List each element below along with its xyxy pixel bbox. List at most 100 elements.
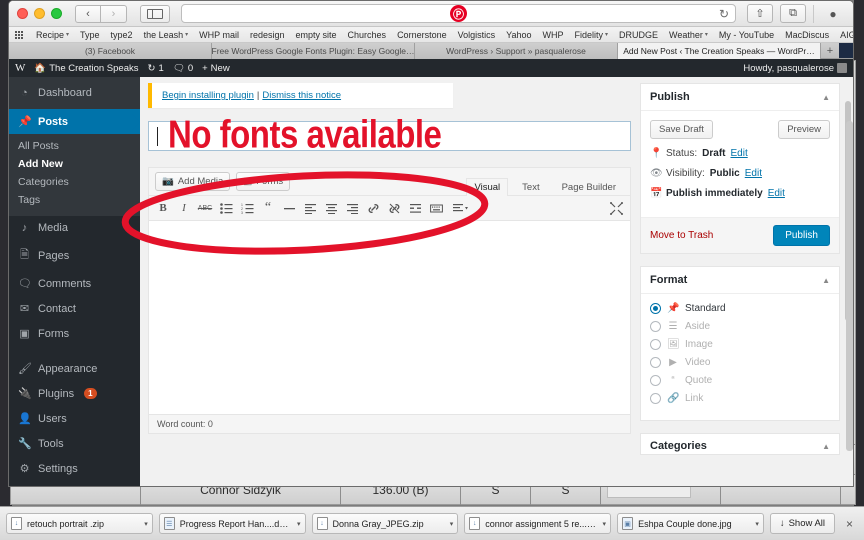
show-all-downloads-button[interactable]: ↓ Show All [769, 513, 836, 534]
tab-overview-icon[interactable]: ⧉ [780, 4, 806, 23]
sidebar-collapse-menu[interactable]: ◀ Collapse menu [9, 481, 140, 486]
add-media-button[interactable]: 📷 Add Media [155, 172, 231, 191]
sidebar-item-users[interactable]: 👤 Users [9, 406, 140, 431]
bookmark-macdiscus[interactable]: MacDiscus [785, 30, 829, 40]
site-name-menu[interactable]: 🏠 The Creation Speaks [34, 63, 138, 74]
publish-button[interactable]: Publish [773, 225, 830, 246]
bookmark-redesign[interactable]: redesign [250, 30, 285, 40]
format-option-quote[interactable]: “ Quote [650, 375, 830, 386]
blockquote-icon[interactable]: “ [258, 199, 278, 218]
download-item[interactable]: ▣ Eshpa Couple done.jpg ▾ [617, 513, 764, 534]
sidebar-item-dashboard[interactable]: ◔ Dashboard [9, 81, 140, 105]
sidebar-subitem-all-posts[interactable]: All Posts [9, 137, 140, 155]
sidebar-item-posts[interactable]: 📌 Posts [9, 109, 140, 134]
updates-indicator[interactable]: ↻ 1 [147, 63, 163, 74]
chevron-down-icon[interactable]: ▾ [603, 520, 607, 528]
close-window-button[interactable] [17, 8, 28, 19]
toolbar-toggle-icon[interactable] [447, 199, 473, 218]
format-option-video[interactable]: ▶ Video [650, 357, 830, 368]
chevron-down-icon[interactable]: ▾ [297, 520, 301, 528]
begin-installing-plugin-link[interactable]: Begin installing plugin [162, 90, 254, 101]
chevron-down-icon[interactable]: ▾ [755, 520, 759, 528]
bookmark-recipe[interactable]: Recipe ▾ [36, 30, 69, 40]
bookmark-empty-site[interactable]: empty site [296, 30, 337, 40]
publish-metabox-header[interactable]: Publish ▲ [641, 84, 839, 111]
close-downloads-dock-button[interactable]: × [841, 517, 858, 531]
radio-image[interactable] [650, 339, 661, 350]
share-icon[interactable]: ⇧ [747, 4, 773, 23]
back-button[interactable]: ‹ [75, 4, 101, 23]
browser-tab[interactable]: (3) Facebook [9, 43, 212, 59]
bookmark-fidelity[interactable]: Fidelity ▾ [574, 30, 608, 40]
apps-grid-icon[interactable] [15, 30, 23, 39]
unlink-icon[interactable] [384, 199, 404, 218]
download-item[interactable]: ↓ connor assignment 5 re....zip ▾ [464, 513, 612, 534]
radio-link[interactable] [650, 393, 661, 404]
comments-indicator[interactable]: 🗨 0 [173, 63, 193, 74]
horizontal-rule-icon[interactable] [279, 199, 299, 218]
maximize-window-button[interactable] [51, 8, 62, 19]
chevron-up-icon[interactable]: ▲ [822, 442, 830, 451]
bookmark-type[interactable]: Type [80, 30, 100, 40]
download-item[interactable]: ☰ Progress Report Han....docx ▾ [158, 513, 306, 534]
link-icon[interactable] [363, 199, 383, 218]
chevron-down-icon[interactable]: ▾ [144, 520, 148, 528]
bookmark-whp-mail[interactable]: WHP mail [199, 30, 239, 40]
dismiss-notice-link[interactable]: Dismiss this notice [262, 90, 341, 101]
bookmark-aig[interactable]: AIG▾ [840, 30, 853, 40]
reload-icon[interactable]: ↻ [719, 7, 729, 21]
sidebar-subitem-add-new[interactable]: Add New [9, 155, 140, 173]
sidebar-item-forms[interactable]: ▣ Forms [9, 321, 140, 346]
browser-tab-active[interactable]: Add New Post ‹ The Creation Speaks — Wor… [618, 43, 821, 59]
chevron-down-icon[interactable]: ▾ [450, 520, 454, 528]
sidebar-item-contact[interactable]: ✉ Contact [9, 296, 140, 321]
bookmark-type2[interactable]: type2 [111, 30, 133, 40]
bold-icon[interactable]: B [153, 199, 173, 218]
sidebar-item-appearance[interactable]: 🖌 Appearance [9, 356, 140, 381]
bookmark-whp[interactable]: WHP [542, 30, 563, 40]
radio-video[interactable] [650, 357, 661, 368]
status-edit-link[interactable]: Edit [730, 148, 747, 159]
profile-icon[interactable]: ● [821, 4, 845, 23]
sidebar-subitem-tags[interactable]: Tags [9, 191, 140, 209]
move-to-trash-link[interactable]: Move to Trash [650, 230, 713, 241]
bookmark-the-leash[interactable]: the Leash ▾ [144, 30, 189, 40]
format-option-standard[interactable]: 📌 Standard [650, 303, 830, 314]
bookmark-volgistics[interactable]: Volgistics [458, 30, 496, 40]
download-item[interactable]: ↓ retouch portrait .zip ▾ [6, 513, 153, 534]
italic-icon[interactable]: I [174, 199, 194, 218]
bookmark-my-youtube[interactable]: My - YouTube [719, 30, 774, 40]
address-bar[interactable]: Ⓟ ↻ [181, 4, 736, 23]
tab-visual[interactable]: Visual [466, 178, 509, 196]
account-menu[interactable]: Howdy, pasqualerose [743, 63, 847, 74]
bookmark-churches[interactable]: Churches [348, 30, 387, 40]
sidebar-item-comments[interactable]: 🗨 Comments [9, 271, 140, 296]
preview-button[interactable]: Preview [778, 120, 830, 139]
post-content-editor[interactable] [149, 221, 630, 414]
strikethrough-icon[interactable]: ABC [195, 199, 215, 218]
keyboard-shortcuts-icon[interactable] [426, 199, 446, 218]
bookmark-weather[interactable]: Weather ▾ [669, 30, 708, 40]
chevron-up-icon[interactable]: ▲ [822, 276, 830, 285]
format-option-link[interactable]: 🔗 Link [650, 393, 830, 404]
wordpress-logo-icon[interactable]: W [15, 62, 25, 74]
format-option-image[interactable]: 🖼 Image [650, 339, 830, 350]
align-center-icon[interactable] [321, 199, 341, 218]
browser-tab[interactable]: WordPress › Support » pasqualerose [415, 43, 618, 59]
bulleted-list-icon[interactable] [216, 199, 236, 218]
align-left-icon[interactable] [300, 199, 320, 218]
sidebar-item-settings[interactable]: ⚙ Settings [9, 456, 140, 481]
sidebar-item-media[interactable]: ♪ Media [9, 216, 140, 240]
numbered-list-icon[interactable]: 123 [237, 199, 257, 218]
radio-standard[interactable] [650, 303, 661, 314]
format-option-aside[interactable]: ☰ Aside [650, 321, 830, 332]
distraction-free-icon[interactable] [606, 199, 626, 218]
categories-metabox-header[interactable]: Categories ▲ [641, 434, 839, 458]
chevron-up-icon[interactable]: ▲ [822, 93, 830, 102]
radio-quote[interactable] [650, 375, 661, 386]
sidebar-item-plugins[interactable]: 🔌 Plugins 1 [9, 381, 140, 406]
sidebar-subitem-categories[interactable]: Categories [9, 173, 140, 191]
tab-page-builder[interactable]: Page Builder [554, 178, 624, 196]
browser-tab[interactable]: Free WordPress Google Fonts Plugin: Easy… [212, 43, 415, 59]
new-tab-button[interactable]: + [821, 43, 839, 58]
